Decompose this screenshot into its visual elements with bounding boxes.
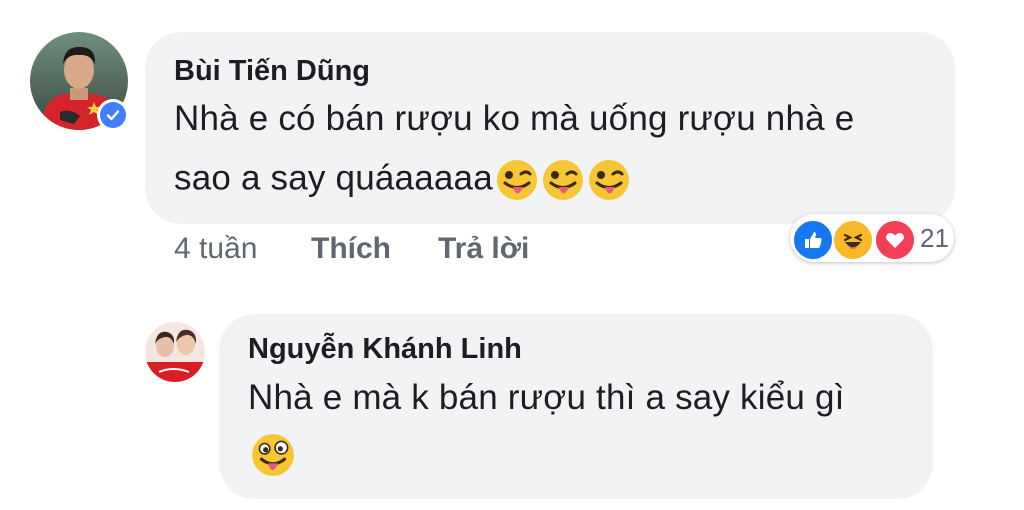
verified-badge-icon bbox=[97, 99, 129, 131]
reply-text-line1: Nhà e mà k bán rượu thì a say kiểu gì bbox=[248, 378, 845, 417]
comment-author[interactable]: Bùi Tiến Dũng bbox=[174, 55, 370, 88]
comment-text-line2: sao a say quáaaaaa bbox=[174, 158, 631, 202]
haha-icon bbox=[832, 219, 874, 261]
zany-face-icon bbox=[542, 160, 583, 200]
zany-face-icon bbox=[496, 160, 537, 200]
reply-avatar[interactable] bbox=[145, 322, 205, 382]
comment-time[interactable]: 4 tuần bbox=[174, 232, 257, 266]
reply-button[interactable]: Trả lời bbox=[438, 232, 529, 266]
reactions-summary[interactable]: 21 bbox=[790, 214, 954, 262]
comment-text-line1: Nhà e có bán rượu ko mà uống rượu nhà e bbox=[174, 99, 855, 138]
zany-face-icon bbox=[588, 160, 629, 200]
zany-face-icon bbox=[252, 434, 294, 476]
reaction-count: 21 bbox=[920, 223, 949, 253]
love-icon bbox=[874, 219, 916, 261]
like-icon bbox=[792, 219, 834, 261]
reply-author[interactable]: Nguyễn Khánh Linh bbox=[248, 333, 522, 366]
like-button[interactable]: Thích bbox=[311, 232, 391, 266]
